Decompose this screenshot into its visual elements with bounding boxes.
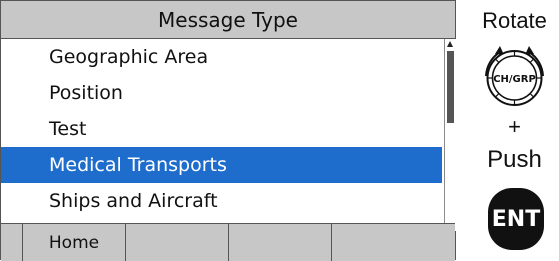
- list-item-ships-and-aircraft[interactable]: Ships and Aircraft: [1, 183, 442, 219]
- softkey-edge: [1, 224, 23, 261]
- softkey-bar: Home: [1, 223, 455, 261]
- list-item-medical-transports[interactable]: Medical Transports: [1, 147, 442, 183]
- knob-icon: CH/GRP: [486, 50, 543, 106]
- softkey-2[interactable]: [126, 224, 229, 261]
- scroll-up-arrow-icon[interactable]: [447, 41, 453, 47]
- list-item-test[interactable]: Test: [1, 111, 442, 147]
- list-item-geographic-area[interactable]: Geographic Area: [1, 39, 442, 75]
- hardware-controls: Rotate CH/GRP + Push ENT: [470, 0, 559, 260]
- softkey-home[interactable]: Home: [23, 224, 126, 261]
- ch-grp-knob[interactable]: CH/GRP: [470, 38, 559, 114]
- knob-label: CH/GRP: [493, 74, 536, 85]
- push-label: Push: [487, 146, 542, 173]
- rotate-label: Rotate: [482, 8, 547, 33]
- radio-display: Message Type Geographic Area Position Te…: [0, 0, 456, 261]
- list-item-position[interactable]: Position: [1, 75, 442, 111]
- message-type-list: Geographic Area Position Test Medical Tr…: [1, 39, 442, 219]
- scroll-thumb[interactable]: [447, 51, 454, 123]
- plus-label: +: [508, 114, 521, 139]
- page-title: Message Type: [1, 1, 455, 39]
- softkey-4[interactable]: [332, 224, 434, 261]
- softkey-3[interactable]: [229, 224, 332, 261]
- scrollbar[interactable]: [444, 39, 456, 231]
- ent-button[interactable]: ENT: [488, 188, 544, 250]
